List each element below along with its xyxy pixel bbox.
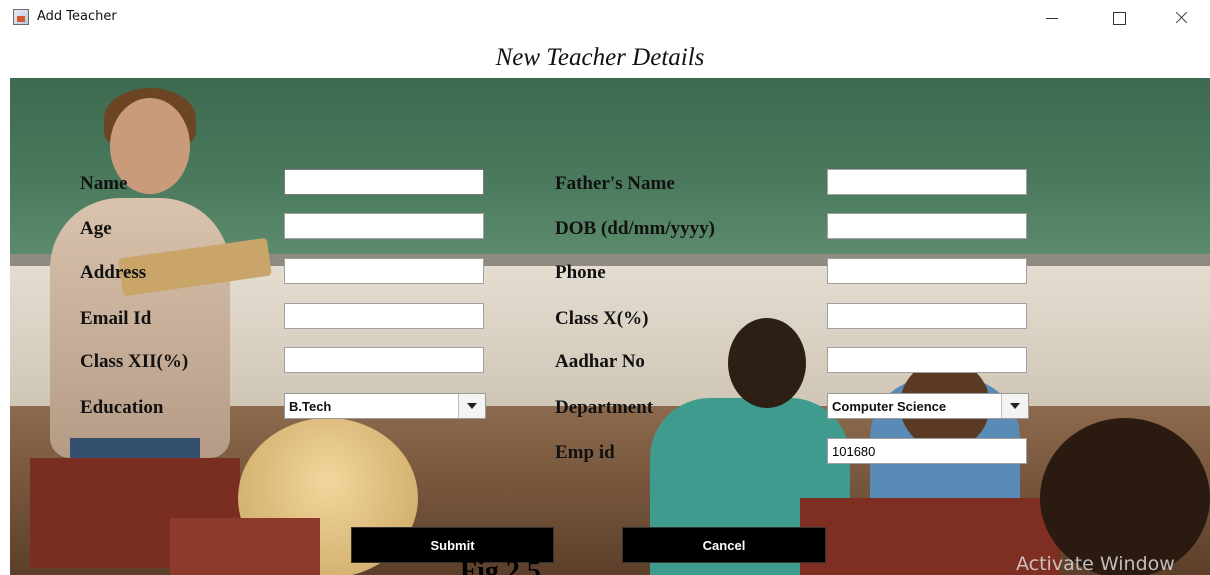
age-label: Age: [80, 218, 112, 239]
aadhar-label: Aadhar No: [555, 351, 645, 372]
address-input[interactable]: [284, 258, 484, 284]
minimize-button[interactable]: [1029, 4, 1075, 32]
department-label: Department: [555, 397, 654, 418]
class-x-input[interactable]: [827, 303, 1027, 329]
figure-caption-fragment: Fig 2.5 Teacher form: [460, 557, 541, 575]
class-xii-input[interactable]: [284, 347, 484, 373]
department-selected-value: Computer Science: [832, 399, 947, 414]
java-app-icon: [13, 9, 29, 25]
education-dropdown-button[interactable]: [458, 394, 485, 418]
page-title: New Teacher Details: [495, 44, 705, 71]
department-select[interactable]: Computer Science: [827, 393, 1029, 419]
name-label: Name: [80, 173, 128, 194]
class-xii-label: Class XII(%): [80, 351, 189, 372]
title-bar: Add Teacher: [0, 0, 1210, 36]
address-label: Address: [80, 262, 147, 283]
emp-id-label: Emp id: [555, 442, 615, 463]
emp-id-input[interactable]: [827, 438, 1027, 464]
window-title: Add Teacher: [37, 9, 117, 24]
close-button[interactable]: [1158, 4, 1204, 32]
name-input[interactable]: [284, 169, 484, 195]
dob-input[interactable]: [827, 213, 1027, 239]
maximize-icon: [1113, 12, 1126, 25]
minimize-icon: [1046, 18, 1058, 19]
education-select[interactable]: B.Tech: [284, 393, 486, 419]
department-dropdown-button[interactable]: [1001, 394, 1028, 418]
cancel-button[interactable]: Cancel: [622, 527, 826, 563]
father-name-label: Father's Name: [555, 173, 675, 194]
age-input[interactable]: [284, 213, 484, 239]
dob-label: DOB (dd/mm/yyyy): [555, 218, 715, 239]
heading-band: New Teacher Details: [10, 36, 1210, 82]
chevron-down-icon: [1010, 403, 1020, 409]
activate-windows-watermark: Activate Window: [1016, 553, 1175, 575]
father-name-input[interactable]: [827, 169, 1027, 195]
education-selected-value: B.Tech: [289, 399, 332, 414]
phone-label: Phone: [555, 262, 606, 283]
education-label: Education: [80, 397, 164, 418]
email-input[interactable]: [284, 303, 484, 329]
chevron-down-icon: [467, 403, 477, 409]
phone-input[interactable]: [827, 258, 1027, 284]
class-x-label: Class X(%): [555, 308, 649, 329]
aadhar-input[interactable]: [827, 347, 1027, 373]
email-label: Email Id: [80, 308, 152, 329]
maximize-button[interactable]: [1096, 4, 1142, 32]
